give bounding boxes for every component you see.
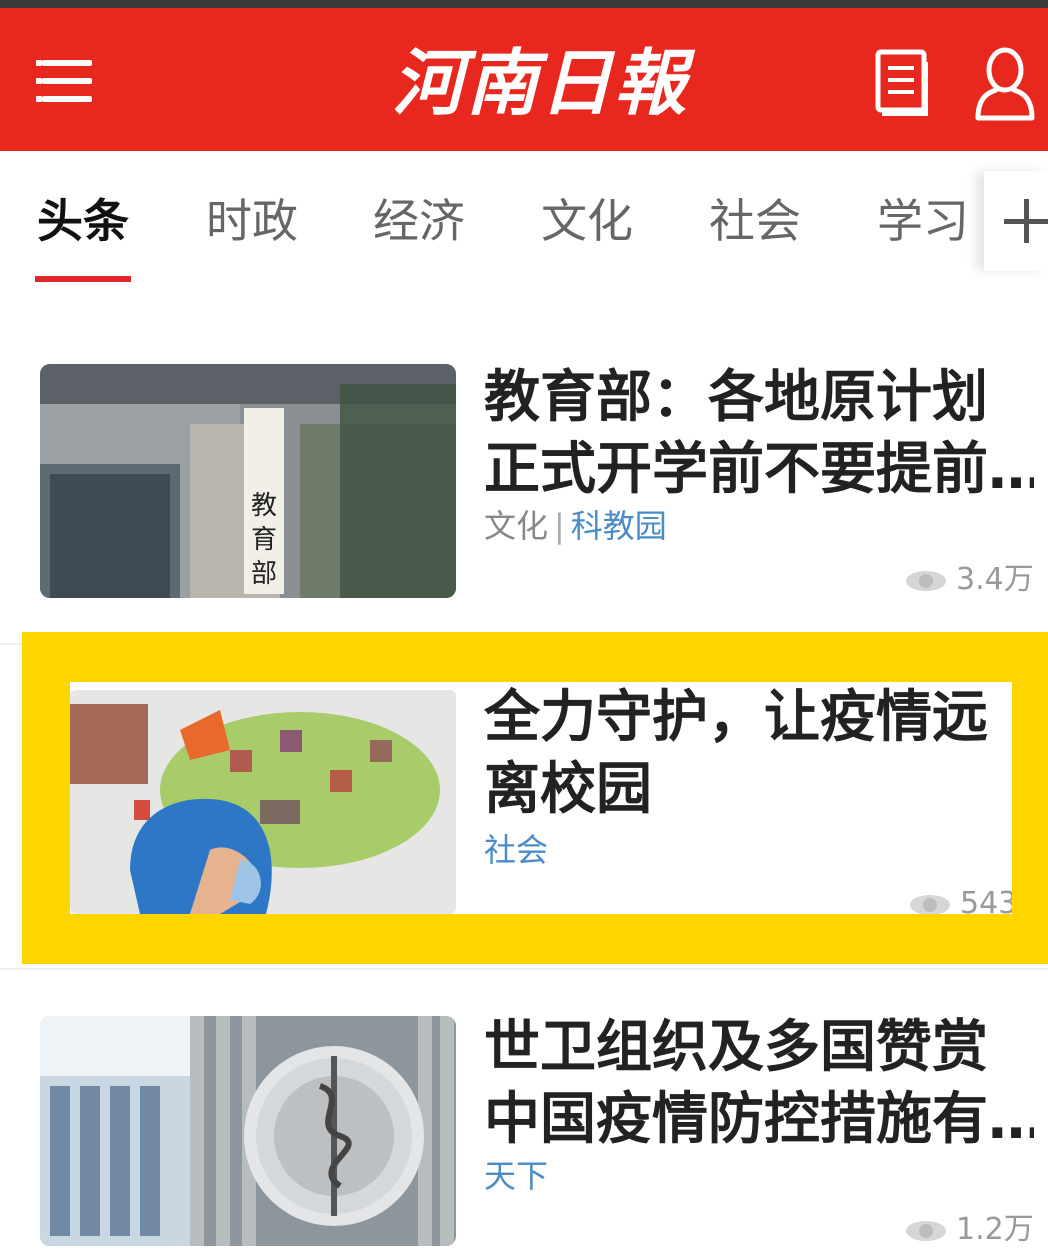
tab-politics[interactable]: 时政 xyxy=(206,191,298,251)
plus-icon[interactable] xyxy=(984,171,1048,271)
article-title: 世卫组织及多国赞赏 中国疫情防控措施有… xyxy=(484,1015,1034,1152)
tab-study[interactable]: 学习 xyxy=(877,191,969,251)
newspaper-icon[interactable] xyxy=(872,48,932,118)
status-bar xyxy=(0,0,1048,8)
category-tabs: 头条 时政 经济 文化 社会 学习 xyxy=(0,151,1048,291)
view-count: 1.2万 xyxy=(904,1210,1034,1250)
svg-text:教: 教 xyxy=(251,491,277,521)
user-profile-icon[interactable] xyxy=(972,44,1038,124)
article-item[interactable]: 教 育 部 教育部：各地原计划 正式开学前不要提前… 文化 | 科教园 3.4万 xyxy=(0,340,1048,640)
svg-text:育: 育 xyxy=(251,525,277,555)
divider xyxy=(0,968,1048,970)
eye-icon xyxy=(906,1220,946,1241)
svg-text:部: 部 xyxy=(251,559,277,589)
article-category: 文化 | 科教园 xyxy=(484,507,667,545)
category-label: 文化 xyxy=(484,507,549,545)
article-category: 社会 xyxy=(484,830,548,870)
active-tab-indicator xyxy=(35,276,131,282)
tab-society[interactable]: 社会 xyxy=(709,191,801,251)
tab-culture[interactable]: 文化 xyxy=(541,191,633,251)
app-logo[interactable]: 河南日報 xyxy=(390,38,690,128)
subcategory-link[interactable]: 科教园 xyxy=(571,507,667,545)
article-item[interactable]: 全力守护，让疫情远 离校园 社会 543 xyxy=(70,682,1012,914)
view-count: 3.4万 xyxy=(904,560,1034,600)
article-category: 天下 xyxy=(484,1156,548,1196)
article-title: 教育部：各地原计划 正式开学前不要提前… xyxy=(484,365,1034,502)
category-link[interactable]: 社会 xyxy=(484,831,548,869)
tab-economy[interactable]: 经济 xyxy=(373,191,465,251)
article-title: 全力守护，让疫情远 离校园 xyxy=(484,685,988,822)
article-thumbnail xyxy=(40,1016,456,1246)
eye-icon xyxy=(910,894,950,914)
hamburger-menu-icon[interactable] xyxy=(36,48,100,112)
eye-icon xyxy=(906,570,946,591)
tab-headlines[interactable]: 头条 xyxy=(37,191,129,251)
app-header: 河南日報 xyxy=(0,8,1048,151)
category-link[interactable]: 天下 xyxy=(484,1157,548,1195)
article-thumbnail: 教 育 部 xyxy=(40,364,456,598)
view-count: 543 xyxy=(908,884,1012,914)
article-thumbnail xyxy=(70,690,456,914)
article-item[interactable]: 世卫组织及多国赞赏 中国疫情防控措施有… 天下 1.2万 xyxy=(0,972,1048,1247)
